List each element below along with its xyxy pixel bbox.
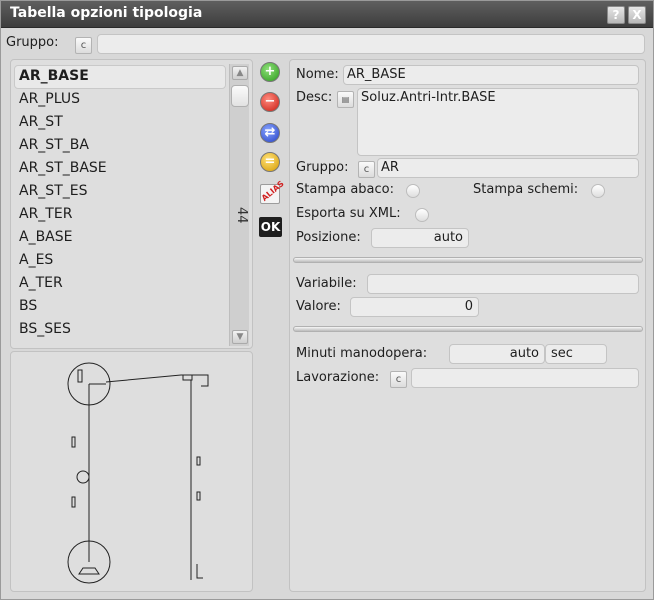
group-filter-field[interactable]: [97, 34, 645, 54]
variabile-label: Variabile:: [296, 276, 357, 291]
valore-label: Valore:: [296, 299, 341, 314]
group-label: Gruppo:: [6, 35, 59, 50]
desc-label: Desc:: [296, 90, 333, 105]
minuti-field[interactable]: auto: [449, 344, 545, 364]
window-title: Tabella opzioni tipologia: [10, 5, 203, 21]
list-item[interactable]: BS_SES: [19, 321, 71, 337]
swap-icon[interactable]: ⇄: [260, 123, 280, 143]
lavorazione-field[interactable]: [411, 368, 639, 388]
title-bar: Tabella opzioni tipologia ? X: [1, 1, 653, 28]
alias-icon[interactable]: ALIAS: [260, 179, 286, 204]
valore-field[interactable]: 0: [350, 297, 479, 317]
item-count: 44: [234, 206, 249, 224]
list-item[interactable]: AR_ST: [19, 114, 63, 130]
esporta-xml-label: Esporta su XML:: [296, 206, 401, 221]
nome-field[interactable]: AR_BASE: [343, 65, 639, 85]
gruppo-lookup-button[interactable]: c: [358, 161, 375, 178]
list-item[interactable]: A_BASE: [19, 229, 73, 245]
equal-icon[interactable]: =: [260, 152, 280, 172]
scroll-thumb[interactable]: [231, 85, 249, 107]
lavorazione-label: Lavorazione:: [296, 370, 380, 385]
gruppo-label: Gruppo:: [296, 160, 349, 175]
stampa-schemi-radio[interactable]: [591, 184, 605, 198]
add-icon[interactable]: +: [260, 62, 280, 82]
window-drawing-preview: [67, 362, 209, 584]
list-scrollbar[interactable]: ▲ 44 ▼: [229, 64, 249, 346]
separator: [293, 257, 643, 263]
options-dialog: Tabella opzioni tipologia ? X Gruppo: c …: [0, 0, 654, 600]
preview-panel: [10, 351, 253, 592]
scroll-up-button[interactable]: ▲: [232, 66, 248, 80]
list-item[interactable]: A_ES: [19, 252, 53, 268]
help-button[interactable]: ?: [607, 6, 625, 24]
ok-button[interactable]: OK: [259, 217, 282, 237]
desc-edit-button[interactable]: ▤: [337, 91, 354, 108]
delete-icon[interactable]: −: [260, 92, 280, 112]
list-item[interactable]: AR_TER: [19, 206, 72, 222]
stampa-abaco-label: Stampa abaco:: [296, 182, 394, 197]
scroll-down-button[interactable]: ▼: [232, 330, 248, 344]
nome-label: Nome:: [296, 67, 339, 82]
list-item[interactable]: AR_ST_ES: [19, 183, 87, 199]
separator: [293, 326, 643, 332]
posizione-label: Posizione:: [296, 230, 361, 245]
list-item[interactable]: AR_ST_BA: [19, 137, 89, 153]
stampa-abaco-radio[interactable]: [406, 184, 420, 198]
list-item[interactable]: A_TER: [19, 275, 63, 291]
minuti-unit: sec: [545, 344, 607, 364]
stampa-schemi-label: Stampa schemi:: [473, 182, 579, 197]
list-item[interactable]: AR_BASE: [19, 68, 89, 84]
esporta-xml-radio[interactable]: [415, 208, 429, 222]
lavorazione-lookup-button[interactable]: c: [390, 371, 407, 388]
close-button[interactable]: X: [628, 6, 646, 24]
gruppo-field[interactable]: AR: [377, 158, 639, 178]
group-lookup-button[interactable]: c: [75, 37, 92, 54]
minuti-label: Minuti manodopera:: [296, 346, 428, 361]
list-item[interactable]: AR_PLUS: [19, 91, 80, 107]
variabile-field[interactable]: [367, 274, 639, 294]
posizione-field[interactable]: auto: [371, 228, 469, 248]
list-item[interactable]: AR_ST_BASE: [19, 160, 107, 176]
list-item[interactable]: BS: [19, 298, 37, 314]
desc-field[interactable]: Soluz.Antri-Intr.BASE: [357, 88, 639, 156]
